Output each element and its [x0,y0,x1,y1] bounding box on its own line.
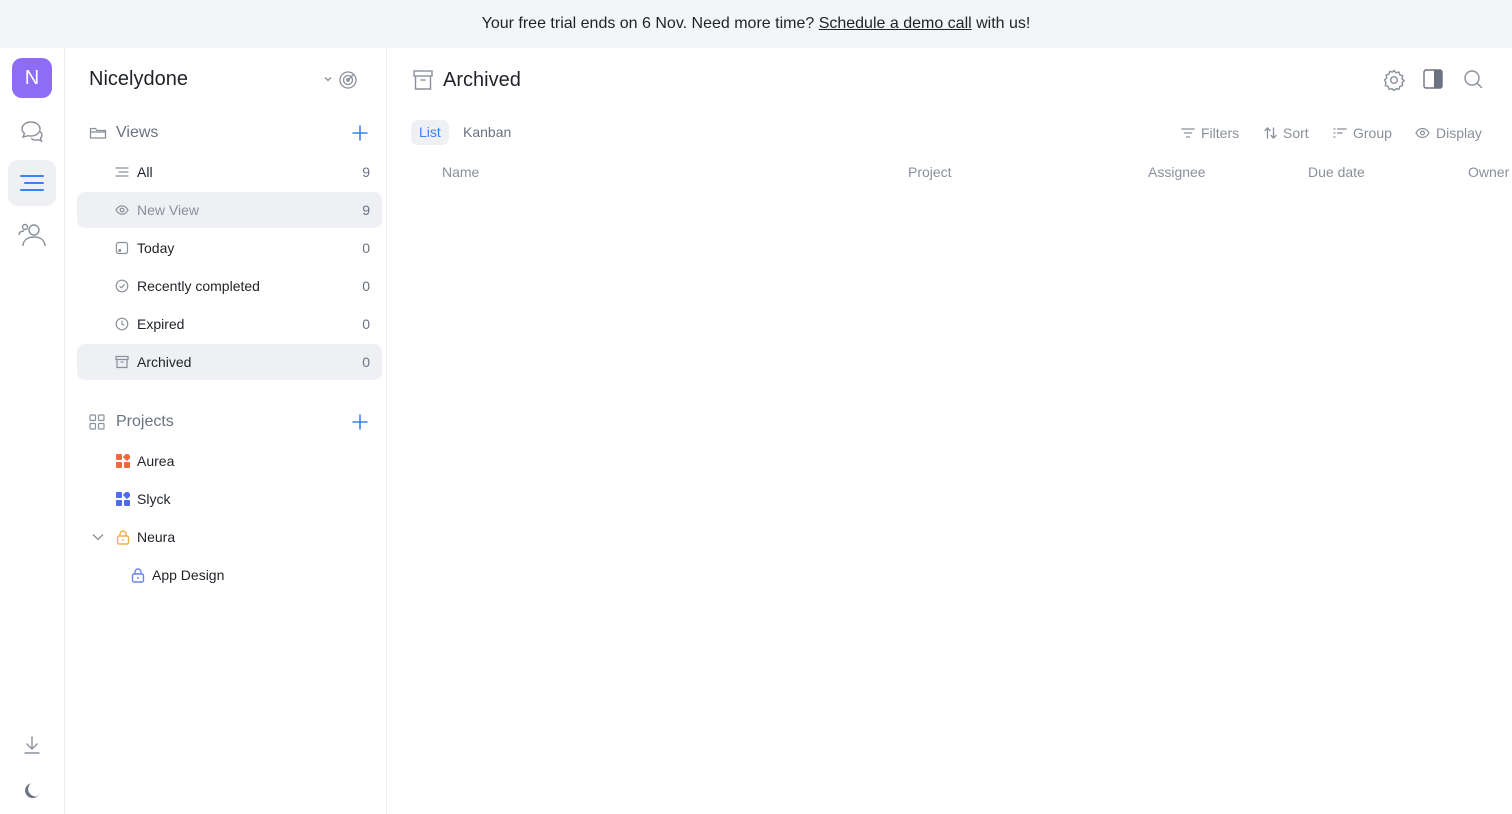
grid-icon [89,414,105,430]
view-item-count: 9 [362,164,370,180]
sidebar: Nicelydone Views All 9 New View 9 Today … [65,48,387,814]
workspace-name[interactable]: Nicelydone [89,68,188,91]
view-item-label: Expired [137,316,185,332]
check-circle-icon [115,279,129,293]
project-grid-icon [116,492,130,506]
project-item-aurea[interactable]: Aurea [77,443,382,479]
filters-button[interactable]: Filters [1181,123,1239,143]
rail-tasks-button[interactable] [8,160,56,206]
sort-icon [1264,127,1277,139]
group-label: Group [1353,125,1392,141]
download-icon [24,736,40,754]
schedule-demo-link[interactable]: Schedule a demo call [819,15,972,33]
project-item-label: Aurea [137,453,175,469]
rail-download-button[interactable] [8,722,56,768]
archive-icon [413,70,433,90]
project-item-label: App Design [152,567,225,583]
view-item-count: 0 [362,316,370,332]
view-item-count: 0 [362,354,370,370]
rail-people-button[interactable] [8,212,56,258]
view-item-label: All [137,164,153,180]
trial-banner: Your free trial ends on 6 Nov. Need more… [0,0,1512,48]
project-item-label: Slyck [137,491,171,507]
views-heading: Views [116,124,159,141]
moon-icon [25,783,40,799]
view-item-new-view[interactable]: New View 9 [77,192,382,228]
add-view-icon[interactable] [351,124,369,142]
trial-banner-text: Your free trial ends on 6 Nov. Need more… [481,15,819,32]
list-icon [115,167,129,177]
view-item-count: 0 [362,240,370,256]
lock-icon [116,530,130,545]
view-item-label: Archived [137,354,192,370]
chevron-down-icon[interactable] [91,531,105,543]
view-item-all[interactable]: All 9 [77,154,382,190]
clock-icon [115,317,129,331]
lock-icon [131,568,145,583]
eye-icon [115,205,129,215]
folder-icon [89,127,107,139]
chat-bubbles-icon [21,121,43,143]
project-item-app-design[interactable]: App Design [77,557,382,593]
views-section-header: Views [77,118,382,148]
rail-dark-mode-button[interactable] [8,768,56,814]
sort-button[interactable]: Sort [1264,123,1309,143]
list-lines-icon [20,175,44,191]
panel-toggle-icon[interactable] [1423,69,1443,89]
app-rail: N [0,48,65,814]
column-header-due-date[interactable]: Due date [1308,164,1365,180]
workspace-avatar[interactable]: N [12,58,52,98]
trial-banner-suffix: with us! [971,15,1031,32]
radar-icon[interactable] [338,70,358,90]
archive-icon [115,355,129,369]
view-item-label: New View [137,202,199,218]
filters-label: Filters [1201,125,1240,141]
tab-kanban[interactable]: Kanban [455,120,519,145]
sort-label: Sort [1283,125,1309,141]
group-icon [1333,128,1347,138]
page-title: Archived [443,69,521,91]
search-icon[interactable] [1463,69,1483,89]
view-item-expired[interactable]: Expired 0 [77,306,382,342]
project-item-label: Neura [137,529,176,545]
people-icon [18,223,46,247]
eye-icon [1415,127,1430,139]
view-item-count: 9 [362,202,370,218]
rail-chat-button[interactable] [8,108,56,154]
column-header-owner[interactable]: Owner [1468,164,1509,180]
filter-icon [1181,128,1195,138]
project-item-neura[interactable]: Neura [77,519,382,555]
group-button[interactable]: Group [1333,123,1392,143]
main-panel: Archived List Kanban Filters Sort Group [387,48,1512,814]
display-label: Display [1436,125,1482,141]
projects-heading: Projects [116,413,174,430]
project-grid-icon [116,454,130,468]
add-project-icon[interactable] [351,413,369,431]
projects-section-header: Projects [77,407,382,437]
view-item-archived[interactable]: Archived 0 [77,344,382,380]
view-item-label: Today [137,240,175,256]
view-item-recently-completed[interactable]: Recently completed 0 [77,268,382,304]
view-item-count: 0 [362,278,370,294]
column-header-name[interactable]: Name [442,164,479,180]
view-item-today[interactable]: Today 0 [77,230,382,266]
view-item-label: Recently completed [137,278,260,294]
gear-icon[interactable] [1383,69,1405,91]
column-header-assignee[interactable]: Assignee [1148,164,1206,180]
tab-list[interactable]: List [411,120,449,145]
calendar-icon [115,241,129,255]
display-button[interactable]: Display [1415,123,1482,143]
project-item-slyck[interactable]: Slyck [77,481,382,517]
chevron-down-icon[interactable] [322,73,334,85]
column-header-project[interactable]: Project [908,164,952,180]
